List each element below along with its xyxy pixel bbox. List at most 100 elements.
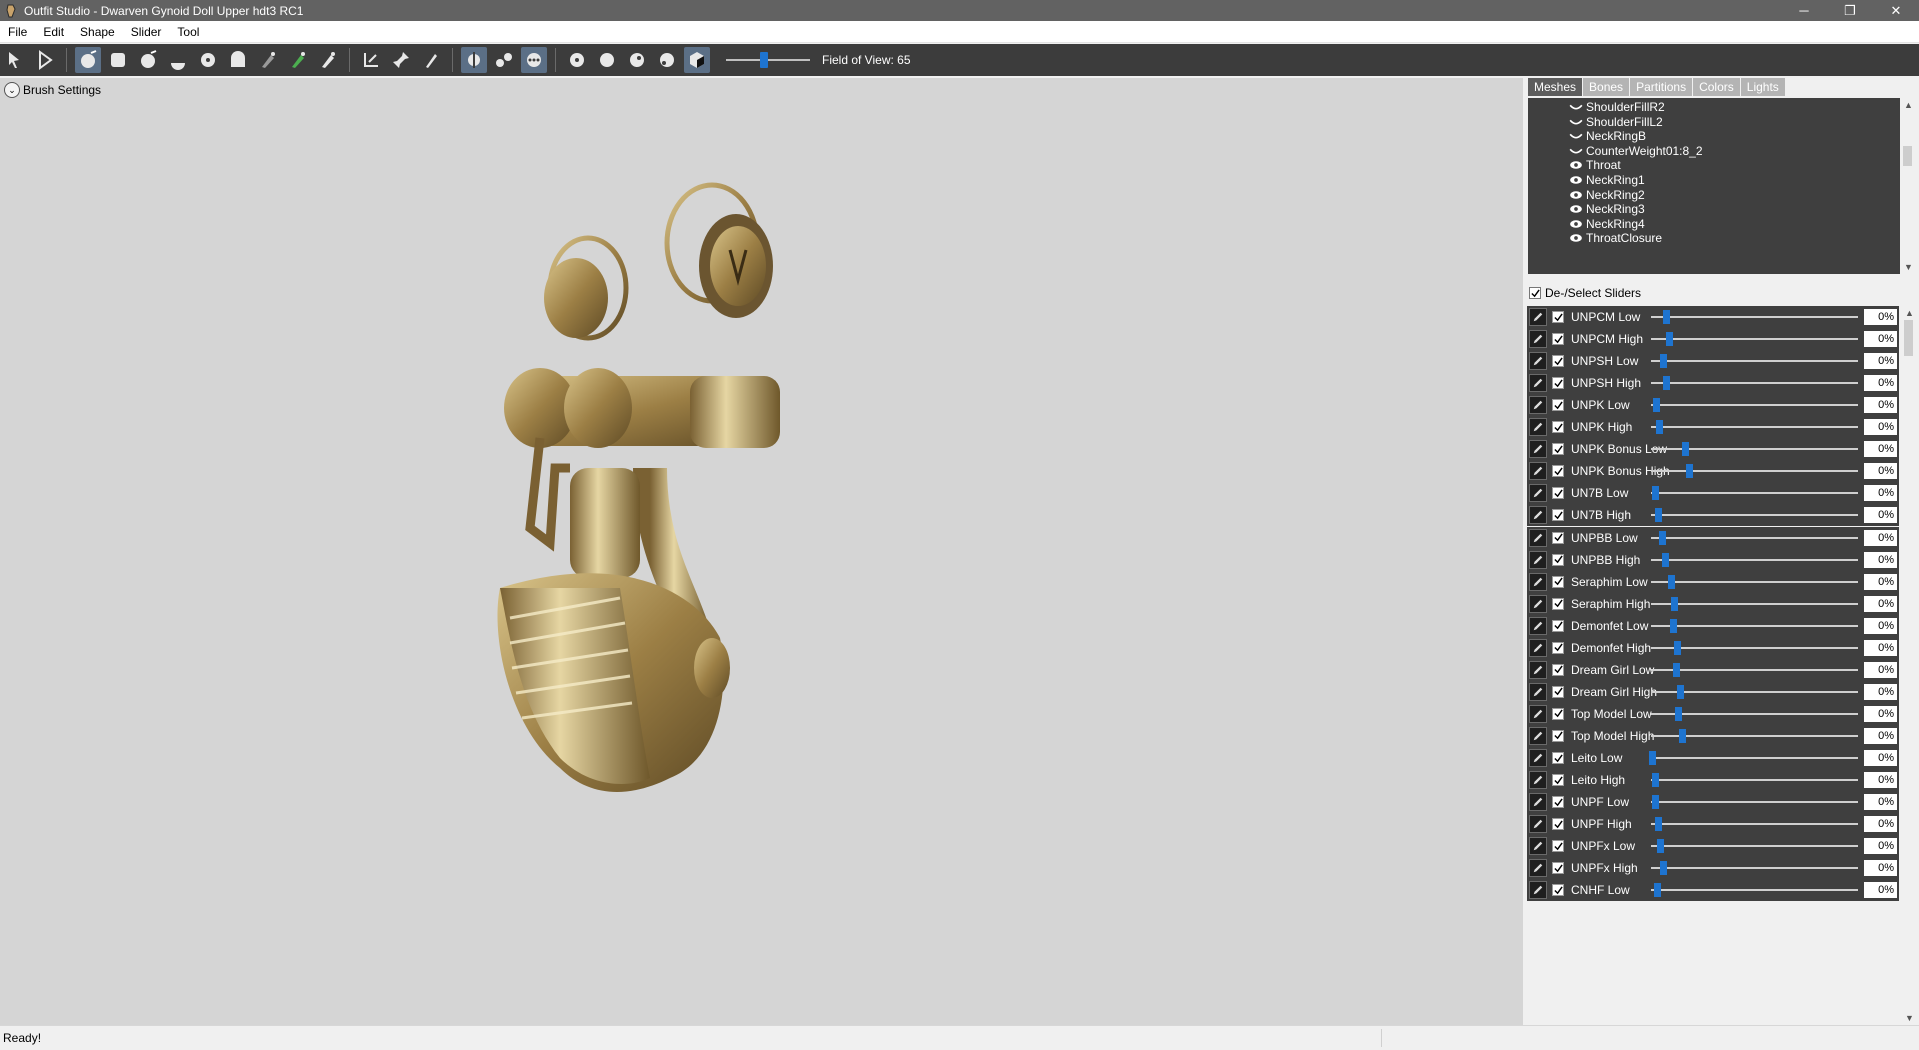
slider-track[interactable] <box>1651 779 1858 782</box>
menu-edit[interactable]: Edit <box>35 25 72 39</box>
slider-value-field[interactable]: 0% <box>1864 772 1897 789</box>
slider-track[interactable] <box>1651 426 1858 429</box>
undiff-brush-icon[interactable] <box>225 47 251 73</box>
connected-only-icon[interactable] <box>491 47 517 73</box>
slider-value-field[interactable]: 0% <box>1864 750 1897 766</box>
slider-list-scrollbar[interactable]: ▲ ▼ <box>1901 306 1917 1025</box>
select-mode-icon[interactable] <box>2 47 28 73</box>
hidden-icon[interactable] <box>1568 130 1584 142</box>
slider-checkbox[interactable] <box>1552 333 1564 346</box>
edit-slider-pencil-icon[interactable] <box>1529 749 1547 767</box>
field-of-view-slider[interactable] <box>726 47 810 73</box>
slider-value-field[interactable]: 0% <box>1864 353 1897 370</box>
slider-track[interactable] <box>1651 602 1858 605</box>
slider-value-field[interactable]: 0% <box>1864 419 1897 436</box>
slider-thumb[interactable] <box>1671 596 1678 611</box>
edit-slider-pencil-icon[interactable] <box>1529 771 1547 790</box>
color-brush-icon[interactable] <box>315 47 341 73</box>
tab-meshes[interactable]: Meshes <box>1528 78 1583 96</box>
menu-tool[interactable]: Tool <box>169 25 207 39</box>
edit-slider-pencil-icon[interactable] <box>1529 726 1547 745</box>
slider-value-field[interactable]: 0% <box>1864 529 1897 546</box>
smooth-brush-icon[interactable] <box>195 47 221 73</box>
slider-value-field[interactable]: 0% <box>1864 551 1897 568</box>
slider-thumb[interactable] <box>1656 420 1663 435</box>
scroll-down-icon[interactable]: ▼ <box>1905 1013 1914 1023</box>
slider-thumb[interactable] <box>1663 376 1670 391</box>
edit-slider-pencil-icon[interactable] <box>1529 815 1547 834</box>
mesh-list[interactable]: ShoulderFillR2 ShoulderFillL2 NeckRingB Cou… <box>1528 98 1900 274</box>
scroll-up-icon[interactable]: ▲ <box>1905 308 1914 318</box>
tab-lights[interactable]: Lights <box>1740 78 1785 96</box>
edit-slider-pencil-icon[interactable] <box>1529 572 1547 591</box>
slider-thumb[interactable] <box>1686 464 1693 479</box>
slider-track[interactable] <box>1651 316 1858 318</box>
tab-colors[interactable]: Colors <box>1693 78 1740 96</box>
tab-partitions[interactable]: Partitions <box>1630 78 1693 96</box>
slider-value-field[interactable]: 0% <box>1864 639 1897 656</box>
slider-track[interactable] <box>1651 624 1858 627</box>
slider-thumb[interactable] <box>1652 795 1659 810</box>
slider-thumb[interactable] <box>1657 839 1664 854</box>
edit-slider-pencil-icon[interactable] <box>1529 793 1547 812</box>
edit-slider-pencil-icon[interactable] <box>1529 352 1547 371</box>
slider-checkbox[interactable] <box>1552 575 1564 588</box>
slider-checkbox[interactable] <box>1552 421 1564 434</box>
slider-track[interactable] <box>1651 338 1858 341</box>
lighting-icon[interactable] <box>624 47 650 73</box>
slider-track[interactable] <box>1651 867 1858 870</box>
edit-slider-pencil-icon[interactable] <box>1529 859 1547 878</box>
slider-value-field[interactable]: 0% <box>1864 441 1897 458</box>
slider-thumb[interactable] <box>1649 751 1656 765</box>
slider-track[interactable] <box>1651 845 1858 848</box>
slider-checkbox[interactable] <box>1552 729 1564 742</box>
slider-track[interactable] <box>1651 492 1858 495</box>
brush-settings-toggle[interactable]: ⌄ Brush Settings <box>4 82 101 98</box>
eye-icon[interactable] <box>1568 174 1584 186</box>
slider-value-field[interactable]: 0% <box>1864 573 1897 590</box>
hidden-icon[interactable] <box>1568 116 1584 128</box>
slider-checkbox[interactable] <box>1552 509 1564 522</box>
checkbox[interactable] <box>1529 287 1541 299</box>
slider-thumb[interactable] <box>1652 486 1659 501</box>
slider-thumb[interactable] <box>1668 574 1675 589</box>
edit-slider-pencil-icon[interactable] <box>1529 528 1547 547</box>
eye-icon[interactable] <box>1568 203 1584 215</box>
slider-value-field[interactable]: 0% <box>1864 794 1897 811</box>
shading-icon[interactable] <box>564 47 590 73</box>
slider-track[interactable] <box>1651 470 1858 473</box>
slider-thumb[interactable] <box>1663 310 1670 324</box>
slider-value-field[interactable]: 0% <box>1864 727 1897 744</box>
weight-brush-icon[interactable] <box>255 47 281 73</box>
slider-checkbox[interactable] <box>1552 663 1564 676</box>
slider-track[interactable] <box>1651 757 1858 759</box>
eye-icon[interactable] <box>1568 218 1584 230</box>
edit-slider-pencil-icon[interactable] <box>1529 881 1547 900</box>
edit-slider-pencil-icon[interactable] <box>1529 418 1547 437</box>
slider-value-field[interactable]: 0% <box>1864 507 1897 524</box>
hidden-icon[interactable] <box>1568 101 1584 113</box>
slider-thumb[interactable] <box>1654 883 1661 898</box>
edit-slider-pencil-icon[interactable] <box>1529 550 1547 569</box>
slider-checkbox[interactable] <box>1552 487 1564 500</box>
slider-value-field[interactable]: 0% <box>1864 617 1897 634</box>
transform-mode-icon[interactable] <box>32 47 58 73</box>
edit-slider-pencil-icon[interactable] <box>1529 484 1547 503</box>
menu-slider[interactable]: Slider <box>123 25 170 39</box>
slider-value-field[interactable]: 0% <box>1864 397 1897 414</box>
deselect-sliders-toggle[interactable]: De-/Select Sliders <box>1529 284 1641 302</box>
slider-thumb[interactable] <box>1666 332 1673 347</box>
slider-thumb[interactable] <box>1682 442 1689 457</box>
slider-checkbox[interactable] <box>1552 553 1564 566</box>
slider-track[interactable] <box>1651 536 1858 539</box>
slider-value-field[interactable]: 0% <box>1864 331 1897 348</box>
texture-icon[interactable] <box>654 47 680 73</box>
3d-viewport[interactable]: ⌄ Brush Settings <box>0 78 1523 1025</box>
x-mirror-icon[interactable] <box>461 47 487 73</box>
slider-thumb[interactable] <box>1652 773 1659 788</box>
scroll-thumb[interactable] <box>1904 320 1913 356</box>
slider-value-field[interactable]: 0% <box>1864 705 1897 722</box>
deflate-brush-icon[interactable] <box>135 47 161 73</box>
slider-thumb[interactable] <box>1674 640 1681 655</box>
slider-thumb[interactable] <box>1655 817 1662 832</box>
